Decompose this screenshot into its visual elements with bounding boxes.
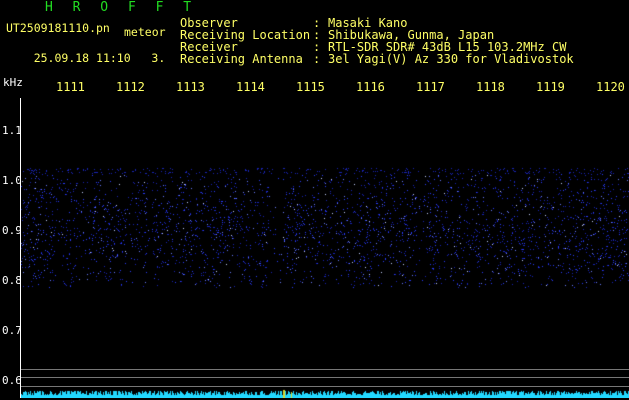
time-tick-label: 1115	[296, 80, 325, 94]
datetime-label: 25.09.18 11:10 3.	[6, 40, 166, 76]
time-tick-label: 1114	[236, 80, 265, 94]
signal-trace	[21, 388, 629, 398]
header-row-antenna: Receiving Antenna:3el Yagi(V) Az 330 for…	[180, 52, 574, 66]
waterfall-canvas	[21, 98, 629, 398]
file-name: UT2509181110.pn	[6, 21, 110, 35]
freq-unit-label: kHz	[3, 76, 23, 89]
freq-tick-label: 0.9	[2, 224, 22, 237]
datetime-extra: 3.	[151, 51, 166, 65]
time-tick-label: 1111	[56, 80, 85, 94]
grid-line	[21, 377, 629, 378]
time-tick-label: 1113	[176, 80, 205, 94]
hrofft-window: H R O F F T UT2509181110.pn meteor 25.09…	[0, 0, 629, 400]
time-tick-label: 1112	[116, 80, 145, 94]
freq-tick-label: 0.7	[2, 324, 22, 337]
freq-tick-label: 0.8	[2, 274, 22, 287]
grid-line	[21, 386, 629, 387]
time-tick-label: 1116	[356, 80, 385, 94]
freq-tick-label: 1.1	[2, 124, 22, 137]
grid-line	[21, 369, 629, 370]
time-tick-label: 1119	[536, 80, 565, 94]
hrofft-logo: H R O F F T	[45, 0, 198, 15]
header-value: 3el Yagi(V) Az 330 for Vladivostok	[328, 52, 574, 66]
time-tick-label: 1118	[476, 80, 505, 94]
freq-tick-label: 0.6	[2, 374, 22, 387]
header-label: Receiving Antenna	[180, 52, 303, 66]
waterfall-plot	[20, 98, 629, 398]
mode-label: meteor	[124, 25, 166, 39]
time-tick-label: 1120	[596, 80, 625, 94]
freq-tick-label: 1.0	[2, 174, 22, 187]
datetime-value: 25.09.18 11:10	[33, 51, 131, 65]
time-tick-label: 1117	[416, 80, 445, 94]
